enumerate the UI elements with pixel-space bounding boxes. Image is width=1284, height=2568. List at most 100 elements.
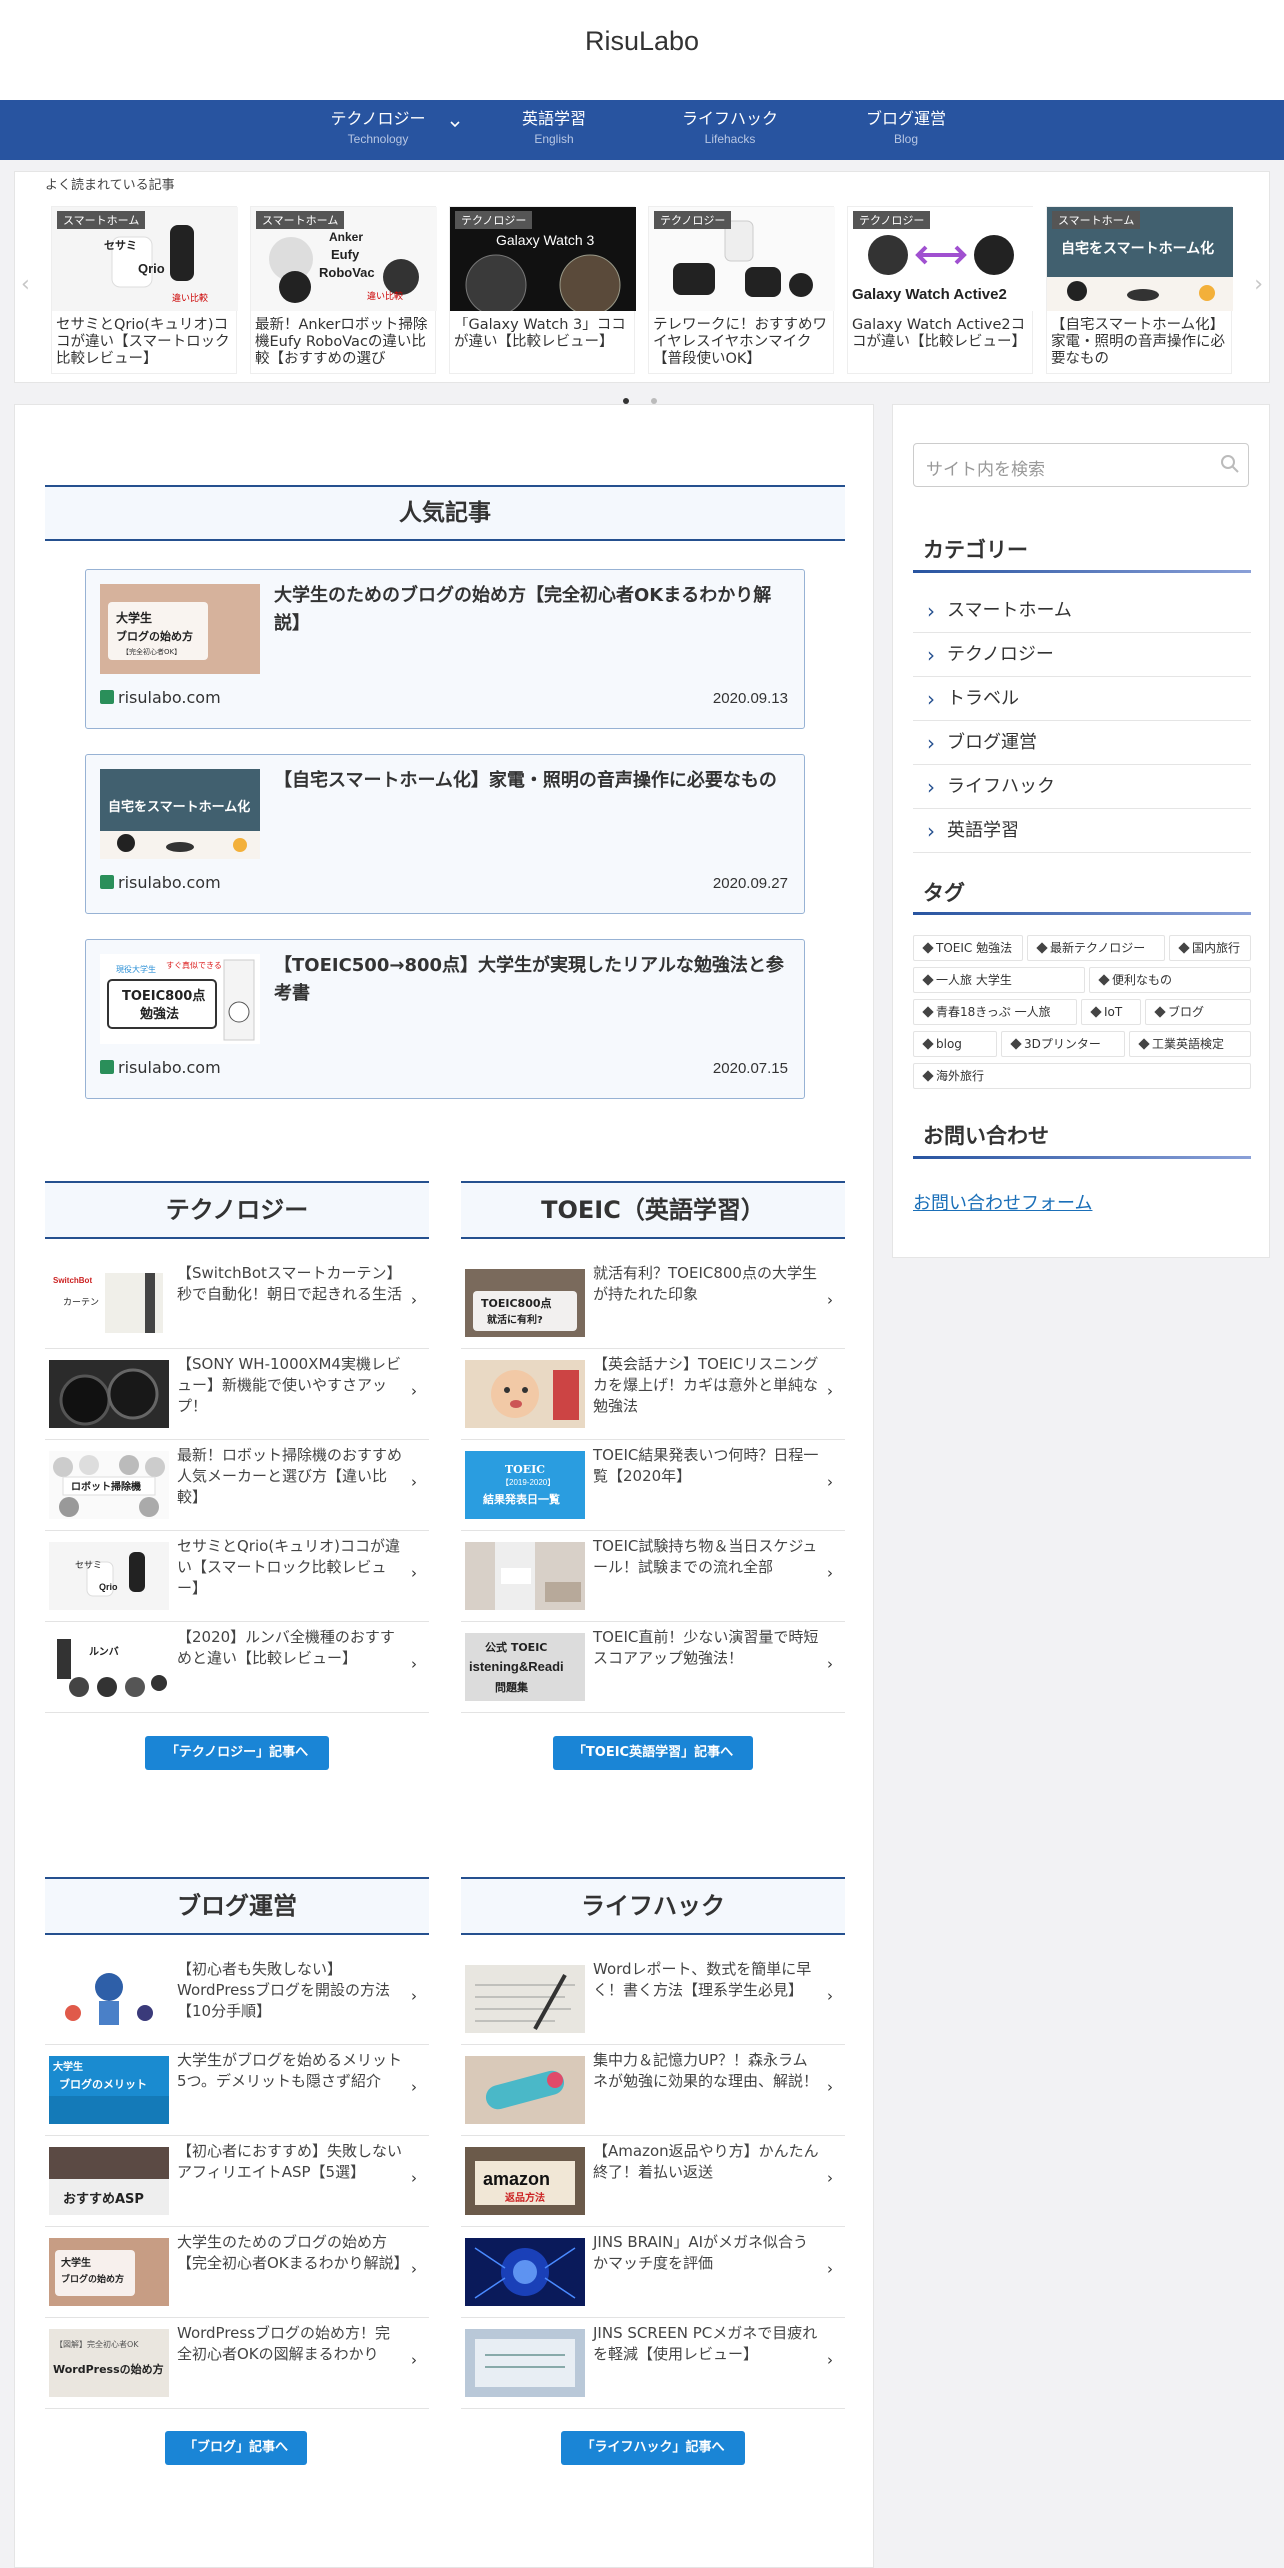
popular-article-card[interactable]: 自宅をスマートホーム化 【自宅スマートホーム化】家電・照明の音声操作に必要なもの… bbox=[85, 754, 805, 914]
section-heading-blog: ブログ運営 bbox=[45, 1877, 429, 1935]
tag-item[interactable]: TOEIC 勉強法 bbox=[913, 935, 1023, 961]
list-item[interactable]: JINS BRAIN」AIがメガネ似合うかマッチ度を評価 › bbox=[461, 2228, 845, 2318]
article-thumbnail: 公式 TOEIC istening&Readi 問題集 bbox=[465, 1633, 585, 1701]
list-item[interactable]: TOEIC試験持ち物＆当日スケジュール！試験までの流れ全部 › bbox=[461, 1532, 845, 1622]
sidebar: サイト内を検索 カテゴリー › スマートホーム › テクノロジー › トラベル › ブロ… bbox=[892, 404, 1270, 1258]
carousel-prev-icon[interactable]: ‹ bbox=[21, 272, 30, 297]
list-item[interactable]: ルンバ 【2020】ルンバ全機種のおすすめと違い【比較レビュー】 › bbox=[45, 1623, 429, 1713]
svg-text:問題集: 問題集 bbox=[495, 1680, 529, 1694]
chevron-down-icon[interactable] bbox=[449, 118, 461, 133]
list-item[interactable]: 公式 TOEIC istening&Readi 問題集 TOEIC直前！少ない演習量… bbox=[461, 1623, 845, 1713]
article-title: 【自宅スマートホーム化】家電・照明の音声操作に必要なもの bbox=[274, 770, 777, 791]
svg-text:ブログのメリット: ブログのメリット bbox=[59, 2077, 147, 2091]
toeic-more-button[interactable]: 「TOEIC英語学習」記事へ bbox=[553, 1736, 753, 1770]
carousel-card[interactable]: Anker Eufy RoboVac 違い比較 スマートホーム 最新！Ankerロボッ… bbox=[250, 206, 437, 374]
category-item[interactable]: › テクノロジー bbox=[913, 633, 1251, 677]
nav-item-english[interactable]: 英語学習 English bbox=[466, 108, 642, 148]
chevron-right-icon: › bbox=[927, 599, 935, 623]
tag-icon bbox=[1178, 942, 1190, 954]
category-item[interactable]: › スマートホーム bbox=[913, 589, 1251, 633]
category-item[interactable]: › ブログ運営 bbox=[913, 721, 1251, 765]
article-thumbnail: 大学生 ブログのメリット bbox=[49, 2056, 169, 2124]
tag-label: 海外旅行 bbox=[936, 1069, 985, 1083]
list-item[interactable]: セサミ Qrio セサミとQrio(キュリオ)ココが違い【スマートロック比較レビュ… bbox=[45, 1532, 429, 1622]
article-thumbnail bbox=[465, 1542, 585, 1610]
carousel-card[interactable]: セサミ Qrio 違い比較 スマートホーム セサミとQrio(キュリオ)ココが違い【… bbox=[51, 206, 238, 374]
popular-article-card[interactable]: TOEIC800点 勉強法 現役大学生 すぐ真似できる 【TOEIC500→800点】… bbox=[85, 939, 805, 1099]
search-input[interactable]: サイト内を検索 bbox=[913, 443, 1249, 487]
article-thumbnail: TOEIC800点 勉強法 現役大学生 すぐ真似できる bbox=[100, 954, 260, 1044]
carousel-card[interactable]: 自宅をスマートホーム化 スマートホーム 【自宅スマートホーム化】家電・照明の音声… bbox=[1046, 206, 1233, 374]
card-title: セサミとQrio(キュリオ)ココが違い【スマートロック比較レビュー】 bbox=[56, 317, 230, 367]
svg-text:自宅をスマートホーム化: 自宅をスマートホーム化 bbox=[1061, 240, 1214, 257]
carousel-card[interactable]: テクノロジー テレワークに！おすすめワイヤレスイヤホンマイク【普段使いOK】 bbox=[648, 206, 835, 374]
list-item[interactable]: 集中力＆記憶力UP？！森永ラムネが勉強に効果的な理由、解説！ › bbox=[461, 2046, 845, 2136]
technology-more-button[interactable]: 「テクノロジー」記事へ bbox=[145, 1736, 329, 1770]
nav-item-technology[interactable]: テクノロジー Technology bbox=[290, 108, 466, 148]
svg-text:TOEIC: TOEIC bbox=[505, 1463, 545, 1476]
carousel-next-icon[interactable]: › bbox=[1254, 272, 1263, 297]
article-thumbnail bbox=[465, 2056, 585, 2124]
chevron-right-icon: › bbox=[411, 1473, 417, 1491]
list-item[interactable]: Wordレポート、数式を簡単に早く！書く方法【理系学生必見】 › bbox=[461, 1955, 845, 2045]
nav-item-lifehacks[interactable]: ライフハック Lifehacks bbox=[642, 108, 818, 148]
article-thumbnail: TOEIC 【2019-2020】 結果発表日一覧 bbox=[465, 1451, 585, 1519]
card-title: 「Galaxy Watch 3」ココが違い【比較レビュー】 bbox=[454, 317, 626, 350]
nav-label: ブログ運営 bbox=[865, 109, 946, 128]
popular-carousel: よく読まれている記事 ‹ › セサミ Qrio 違い比較 スマートホーム セサミとQ… bbox=[14, 171, 1270, 383]
tag-item[interactable]: 3Dプリンター bbox=[1001, 1031, 1125, 1057]
list-item[interactable]: ロボット掃除機 最新！ロボット掃除機のおすすめ人気メーカーと選び方【違い比較】 … bbox=[45, 1441, 429, 1531]
chevron-right-icon: › bbox=[827, 2169, 833, 2187]
tag-item[interactable]: blog bbox=[913, 1031, 997, 1057]
article-date: 2020.09.13 bbox=[712, 690, 788, 707]
chevron-right-icon: › bbox=[827, 2351, 833, 2369]
chevron-right-icon: › bbox=[827, 1291, 833, 1309]
contact-form-link[interactable]: お問い合わせフォーム bbox=[913, 1189, 1092, 1215]
carousel-card[interactable]: Galaxy Watch Active2 テクノロジー Galaxy Watch… bbox=[847, 206, 1034, 374]
carousel-card[interactable]: Galaxy Watch 3 テクノロジー 「Galaxy Watch 3」ココ… bbox=[449, 206, 636, 374]
tag-item[interactable]: 工業英語検定 bbox=[1129, 1031, 1251, 1057]
list-item[interactable]: JINS SCREEN PCメガネで目疲れを軽減【使用レビュー】 › bbox=[461, 2319, 845, 2409]
category-item[interactable]: › ライフハック bbox=[913, 765, 1251, 809]
search-icon[interactable] bbox=[1220, 454, 1240, 478]
article-thumbnail: SwitchBot カーテン bbox=[49, 1269, 169, 1337]
list-item[interactable]: 【初心者も失敗しない】WordPressブログを開設の方法【10分手順】 › bbox=[45, 1955, 429, 2045]
article-thumbnail: 自宅をスマートホーム化 bbox=[100, 769, 260, 859]
tag-item[interactable]: ブログ bbox=[1145, 999, 1251, 1025]
list-item[interactable]: TOEIC800点 就活に有利? 就活有利？TOEIC800点の大学生が持たれた印… bbox=[461, 1259, 845, 1349]
tag-item[interactable]: 青春18きっぷ 一人旅 bbox=[913, 999, 1077, 1025]
tag-label: IoT bbox=[1104, 1005, 1123, 1019]
chevron-right-icon: › bbox=[827, 1655, 833, 1673]
category-item[interactable]: › 英語学習 bbox=[913, 809, 1251, 853]
list-item[interactable]: amazon 返品方法 【Amazon返品やり方】かんたん終了！着払い返送 › bbox=[461, 2137, 845, 2227]
blog-more-button[interactable]: 「ブログ」記事へ bbox=[165, 2431, 307, 2465]
list-item[interactable]: TOEIC 【2019-2020】 結果発表日一覧 TOEIC結果発表いつ何時？日程… bbox=[461, 1441, 845, 1531]
tag-icon bbox=[922, 1006, 934, 1018]
tag-item[interactable]: 一人旅 大学生 bbox=[913, 967, 1085, 993]
tag-item[interactable]: 海外旅行 bbox=[913, 1063, 1251, 1089]
nav-item-blog[interactable]: ブログ運営 Blog bbox=[818, 108, 994, 148]
list-item[interactable]: 【図解】完全初心者OK WordPressの始め方 WordPressブログの始め… bbox=[45, 2319, 429, 2409]
nav-label: 英語学習 bbox=[521, 109, 586, 128]
tag-item[interactable]: 便利なもの bbox=[1089, 967, 1251, 993]
list-item[interactable]: 大学生 ブログのメリット 大学生がブログを始めるメリット5つ。デメリットも隠さず紹… bbox=[45, 2046, 429, 2136]
chevron-right-icon: › bbox=[411, 2169, 417, 2187]
site-title[interactable]: RisuLabo bbox=[0, 26, 1284, 57]
svg-text:返品方法: 返品方法 bbox=[505, 2191, 545, 2204]
category-item[interactable]: › トラベル bbox=[913, 677, 1251, 721]
list-item[interactable]: 【SONY WH-1000XM4実機レビュー】新機能で使いやすさアップ！ › bbox=[45, 1350, 429, 1440]
list-item[interactable]: 大学生 ブログの始め方 大学生のためのブログの始め方【完全初心者OKまるわかり解説… bbox=[45, 2228, 429, 2318]
tag-item[interactable]: 最新テクノロジー bbox=[1027, 935, 1165, 961]
category-label: スマートホーム bbox=[947, 600, 1072, 621]
popular-article-card[interactable]: 大学生 ブログの始め方 【完全初心者OK】 大学生のためのブログの始め方【完全初心者… bbox=[85, 569, 805, 729]
chevron-right-icon: › bbox=[411, 1655, 417, 1673]
tag-item[interactable]: 国内旅行 bbox=[1169, 935, 1251, 961]
list-item[interactable]: SwitchBot カーテン 【SwitchBotスマートカーテン】秒で自動化！朝… bbox=[45, 1259, 429, 1349]
tag-item[interactable]: IoT bbox=[1081, 999, 1141, 1025]
chevron-right-icon: › bbox=[827, 1473, 833, 1491]
lifehacks-more-button[interactable]: 「ライフハック」記事へ bbox=[561, 2431, 745, 2465]
list-item[interactable]: おすすめASP 【初心者におすすめ】失敗しないアフィリエイトASP【5選】 › bbox=[45, 2137, 429, 2227]
card-title: 【自宅スマートホーム化】家電・照明の音声操作に必要なもの bbox=[1051, 317, 1225, 367]
tag-icon bbox=[1154, 1006, 1166, 1018]
list-item[interactable]: 【英会話ナシ】TOEICリスニングカを爆上げ！カギは意外と単純な勉強法 › bbox=[461, 1350, 845, 1440]
